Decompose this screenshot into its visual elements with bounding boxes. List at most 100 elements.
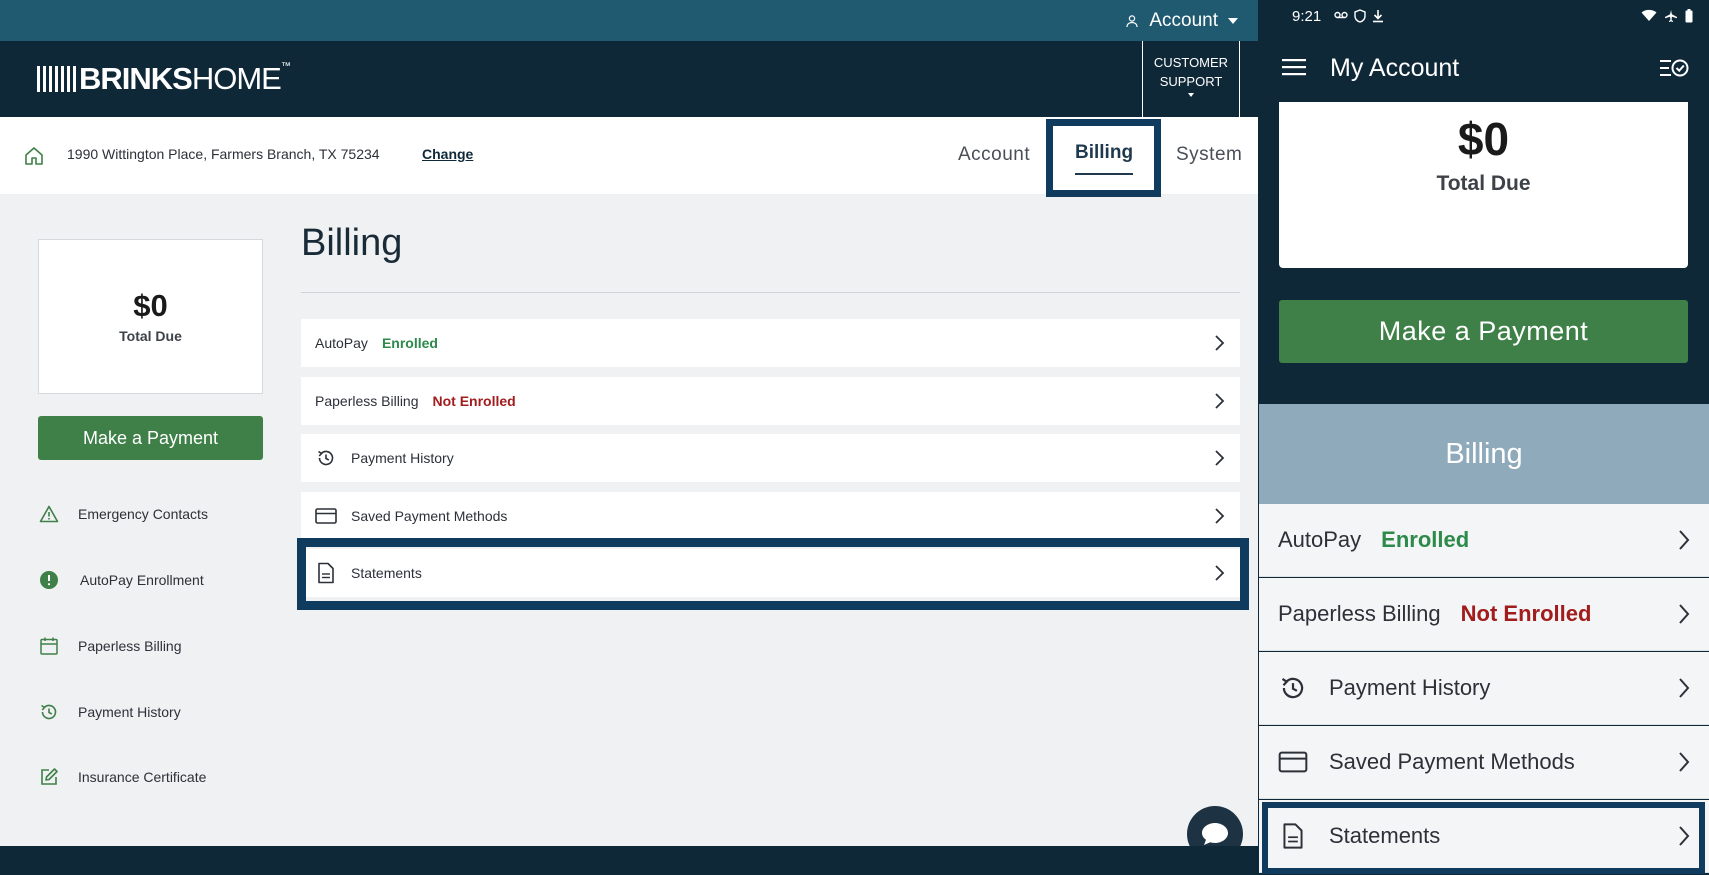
- row-label: Payment History: [1329, 675, 1491, 700]
- site-header: BRINKS HOME ™: [0, 41, 1258, 117]
- billing-row-saved-payment-methods[interactable]: Saved Payment Methods: [1259, 726, 1709, 799]
- sidebar-item-label: Payment History: [78, 704, 181, 720]
- alert-circle-icon: [38, 569, 60, 591]
- sidebar-item-label: AutoPay Enrollment: [80, 572, 204, 588]
- billing-row-autopay[interactable]: AutoPay Enrolled: [1259, 504, 1709, 577]
- download-icon: [1373, 10, 1383, 23]
- logo-brand-bold: BRINKS: [79, 61, 193, 96]
- history-icon: [315, 448, 337, 468]
- chevron-right-icon: [1215, 335, 1225, 351]
- page-title: Billing: [301, 222, 403, 264]
- row-label: AutoPay: [1278, 527, 1362, 552]
- autopay-status: Enrolled: [1381, 527, 1470, 552]
- app-title: My Account: [1330, 54, 1460, 82]
- sidebar-item-payment-history[interactable]: Payment History: [38, 700, 181, 724]
- task-check-icon[interactable]: [1659, 57, 1689, 79]
- user-icon: [1126, 14, 1138, 27]
- chevron-right-icon: [1679, 678, 1690, 698]
- billing-row-paperless[interactable]: Paperless Billing Not Enrolled: [301, 377, 1240, 425]
- caret-down-icon: [1228, 17, 1238, 24]
- sidebar-item-label: Insurance Certificate: [78, 769, 207, 785]
- logo-trademark: ™: [280, 61, 291, 72]
- status-right-icons: [1641, 9, 1693, 23]
- site-footer: [0, 846, 1258, 875]
- row-label: Payment History: [351, 450, 454, 466]
- desktop-view: Account BRINKS HOME ™ CUSTOMER SUPPORT 1…: [0, 0, 1258, 875]
- sidebar-item-insurance-certificate[interactable]: Insurance Certificate: [38, 765, 206, 789]
- account-menu-label: Account: [1149, 9, 1218, 31]
- voicemail-icon: [1334, 11, 1348, 19]
- credit-card-icon: [1278, 750, 1308, 774]
- tab-system[interactable]: System: [1176, 144, 1242, 166]
- total-due-card: $0 Total Due: [1279, 102, 1688, 268]
- account-menu[interactable]: Account: [1125, 0, 1238, 41]
- statements-highlight-box: [1262, 802, 1705, 874]
- billing-row-payment-history[interactable]: Payment History: [301, 434, 1240, 482]
- chevron-right-icon: [1215, 508, 1225, 524]
- caret-down-icon: [1188, 93, 1194, 97]
- paperless-status: Not Enrolled: [432, 393, 516, 409]
- total-due-card: $0 Total Due: [38, 239, 263, 394]
- sidebar-item-emergency-contacts[interactable]: Emergency Contacts: [38, 502, 208, 526]
- app-header: My Account: [1258, 34, 1709, 102]
- logo-bars: [37, 66, 76, 92]
- row-label: Paperless Billing: [315, 393, 419, 409]
- status-time: 9:21: [1292, 8, 1322, 25]
- autopay-status: Enrolled: [381, 335, 438, 351]
- billing-section-header: Billing: [1259, 404, 1709, 504]
- history-icon: [1278, 674, 1308, 702]
- billing-row-saved-payment-methods[interactable]: Saved Payment Methods: [301, 492, 1240, 540]
- make-payment-button[interactable]: Make a Payment: [1279, 300, 1688, 363]
- tab-billing-underline: [1075, 173, 1133, 175]
- sidebar-item-label: Paperless Billing: [78, 638, 182, 654]
- paperless-status: Not Enrolled: [1460, 601, 1592, 626]
- tab-billing[interactable]: Billing: [1075, 142, 1133, 164]
- chevron-right-icon: [1679, 604, 1690, 624]
- credit-card-icon: [315, 507, 337, 525]
- billing-row-paperless[interactable]: Paperless Billing Not Enrolled: [1259, 578, 1709, 651]
- wifi-icon: [1641, 9, 1657, 21]
- airplane-icon: [1665, 10, 1677, 22]
- hamburger-menu-icon[interactable]: [1282, 58, 1306, 76]
- support-line2: SUPPORT: [1159, 74, 1223, 89]
- make-payment-button[interactable]: Make a Payment: [38, 416, 263, 460]
- billing-row-payment-history[interactable]: Payment History: [1259, 652, 1709, 725]
- row-label: Saved Payment Methods: [351, 508, 508, 524]
- total-due-amount: $0: [133, 288, 168, 323]
- calendar-icon: [38, 635, 60, 657]
- row-label: AutoPay: [315, 335, 368, 351]
- chevron-right-icon: [1679, 530, 1690, 550]
- warning-triangle-icon: [38, 503, 60, 525]
- chevron-right-icon: [1215, 450, 1225, 466]
- total-due-label: Total Due: [119, 328, 182, 344]
- chat-bubble-icon: [1202, 823, 1228, 845]
- support-line1: CUSTOMER: [1153, 55, 1229, 70]
- sidebar-item-label: Emergency Contacts: [78, 506, 208, 522]
- service-address: 1990 Wittington Place, Farmers Branch, T…: [67, 146, 380, 162]
- change-address-link[interactable]: Change: [422, 146, 473, 162]
- top-utility-bar: Account: [0, 0, 1258, 41]
- chevron-right-icon: [1215, 393, 1225, 409]
- total-due-label: Total Due: [1436, 172, 1531, 195]
- brinks-home-logo[interactable]: BRINKS HOME ™: [37, 59, 291, 99]
- logo-brand-light: HOME: [191, 61, 282, 96]
- customer-support-menu[interactable]: CUSTOMER SUPPORT: [1142, 41, 1240, 117]
- edit-icon: [38, 766, 60, 788]
- status-bar: 9:21: [1258, 0, 1709, 34]
- chevron-right-icon: [1679, 752, 1690, 772]
- shield-icon: [1354, 9, 1366, 23]
- billing-row-autopay[interactable]: AutoPay Enrolled: [301, 319, 1240, 367]
- row-label: Paperless Billing: [1278, 601, 1441, 626]
- title-divider: [301, 292, 1240, 293]
- total-due-amount: $0: [1457, 113, 1510, 165]
- mobile-view: 9:21 My Account $0 Total Due Make a Paym…: [1258, 0, 1709, 875]
- status-left-icons: [1334, 9, 1384, 23]
- tab-account[interactable]: Account: [958, 144, 1030, 166]
- statements-highlight-box: [297, 538, 1249, 610]
- sidebar-item-paperless-billing[interactable]: Paperless Billing: [38, 634, 182, 658]
- history-icon: [38, 701, 60, 723]
- battery-icon: [1685, 9, 1693, 23]
- sidebar-item-autopay-enrollment[interactable]: AutoPay Enrollment: [38, 568, 204, 592]
- home-icon: [25, 147, 43, 165]
- row-label: Saved Payment Methods: [1329, 749, 1575, 774]
